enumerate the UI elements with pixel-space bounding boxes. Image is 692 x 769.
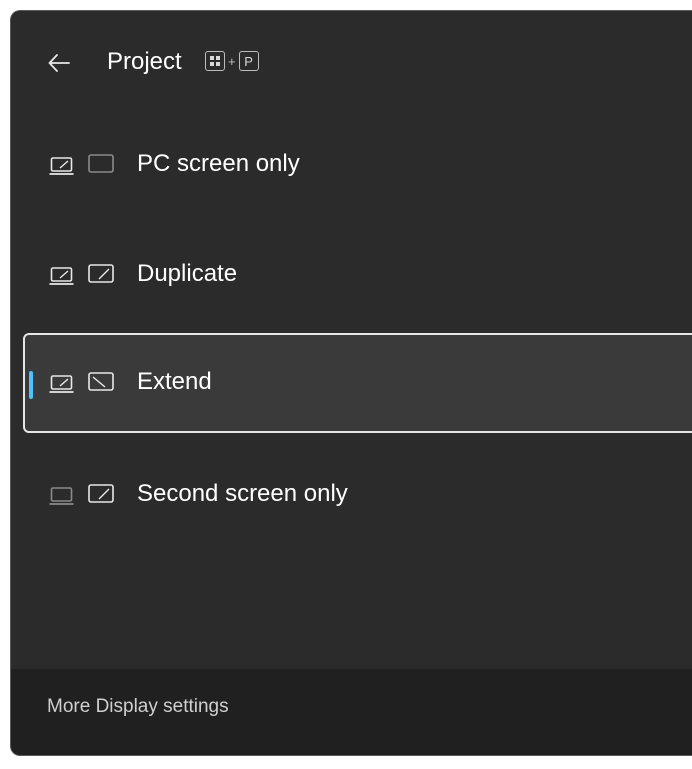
page-title: Project [107, 48, 182, 75]
windows-key-icon [205, 51, 225, 71]
duplicate-icon [49, 263, 115, 292]
option-label: Extend [137, 368, 212, 395]
option-pc-screen-only[interactable]: PC screen only [23, 115, 692, 215]
arrow-left-icon [48, 54, 70, 72]
option-duplicate[interactable]: Duplicate [23, 225, 692, 325]
flyout-footer: More Display settings [11, 669, 692, 755]
option-label: Duplicate [137, 260, 238, 287]
shortcut-plus: + [228, 53, 236, 69]
selection-indicator [29, 371, 33, 399]
back-button[interactable] [45, 49, 73, 77]
extend-icon [49, 371, 115, 400]
option-second-screen-only[interactable]: Second screen only [23, 445, 692, 545]
flyout-header: Project + P [11, 11, 692, 111]
more-display-settings-link[interactable]: More Display settings [47, 695, 229, 719]
second-screen-only-icon [49, 483, 115, 512]
keyboard-shortcut: + P [205, 51, 259, 71]
option-label: PC screen only [137, 150, 300, 177]
option-extend[interactable]: Extend [23, 333, 692, 433]
project-flyout: Project + P PC screen only Duplicate Ext… [10, 10, 692, 756]
p-key: P [238, 51, 259, 71]
option-label: Second screen only [137, 480, 348, 507]
pc-screen-only-icon [49, 153, 115, 182]
